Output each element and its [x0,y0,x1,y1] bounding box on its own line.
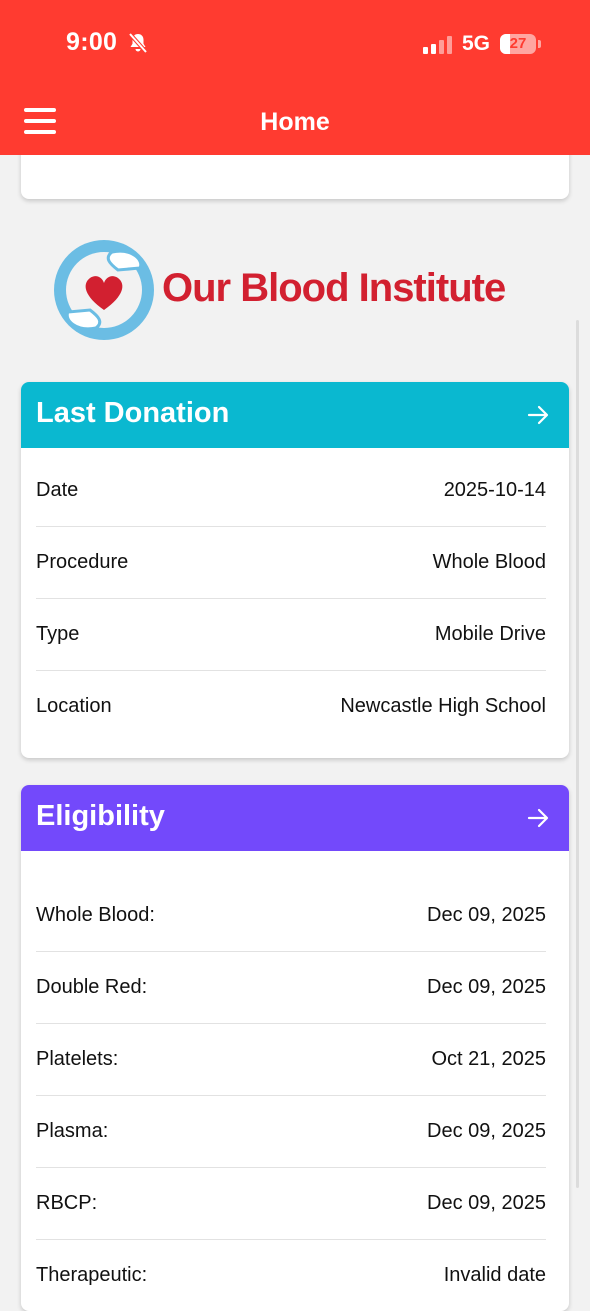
row-value: Dec 09, 2025 [427,1192,546,1214]
eligibility-card: Eligibility Whole Blood: Dec 09, 2025 Do… [21,785,569,1311]
network-label: 5G [462,32,491,55]
row-label: Procedure [36,551,129,573]
eligibility-row-therapeutic: Therapeutic: Invalid date [36,1240,546,1311]
row-value: Whole Blood [432,551,546,573]
row-label: Therapeutic: [36,1264,148,1286]
status-time: 9:00 [66,28,118,56]
brand-logo: Our Blood Institute [52,238,552,344]
last-donation-row-procedure: Procedure Whole Blood [36,527,546,599]
row-label: Date [36,479,79,501]
last-donation-row-location: Location Newcastle High School [36,671,546,742]
bell-muted-icon [128,32,148,54]
row-value: 2025-10-14 [443,479,546,501]
eligibility-row-platelets: Platelets: Oct 21, 2025 [36,1024,546,1096]
row-value: Newcastle High School [340,695,546,717]
signal-icon [423,36,452,54]
last-donation-row-type: Type Mobile Drive [36,599,546,671]
eligibility-row-whole-blood: Whole Blood: Dec 09, 2025 [36,880,546,952]
row-label: RBCP: [36,1192,98,1214]
row-label: Platelets: [36,1048,119,1070]
eligibility-title: Eligibility [36,800,165,832]
hands-heart-logo-icon [54,240,154,340]
eligibility-header[interactable]: Eligibility [21,785,569,851]
row-label: Type [36,623,80,645]
row-label: Location [36,695,112,717]
battery-cap [538,40,541,48]
page-title: Home [260,108,330,136]
eligibility-row-plasma: Plasma: Dec 09, 2025 [36,1096,546,1168]
row-value: Dec 09, 2025 [427,1120,546,1142]
row-value: Invalid date [443,1264,546,1286]
battery-level: 27 [509,35,527,52]
eligibility-row-double-red: Double Red: Dec 09, 2025 [36,952,546,1024]
row-label: Plasma: [36,1120,109,1142]
last-donation-title: Last Donation [36,397,230,429]
row-label: Double Red: [36,976,148,998]
row-value: Oct 21, 2025 [431,1048,546,1070]
brand-name: Our Blood Institute [162,266,506,310]
last-donation-card: Last Donation Date 2025-10-14 Procedure … [21,382,569,758]
battery-icon: 27 [500,34,536,54]
arrow-right-icon[interactable] [527,807,549,829]
row-value: Dec 09, 2025 [427,904,546,926]
row-value: Dec 09, 2025 [427,976,546,998]
last-donation-row-date: Date 2025-10-14 [36,455,546,527]
scrollbar[interactable] [576,320,579,1188]
row-value: Mobile Drive [434,623,546,645]
arrow-right-icon[interactable] [527,404,549,426]
last-donation-header[interactable]: Last Donation [21,382,569,448]
eligibility-row-rbcp: RBCP: Dec 09, 2025 [36,1168,546,1240]
app-header: 9:00 5G 27 Home [0,0,590,155]
row-label: Whole Blood: [36,904,155,926]
